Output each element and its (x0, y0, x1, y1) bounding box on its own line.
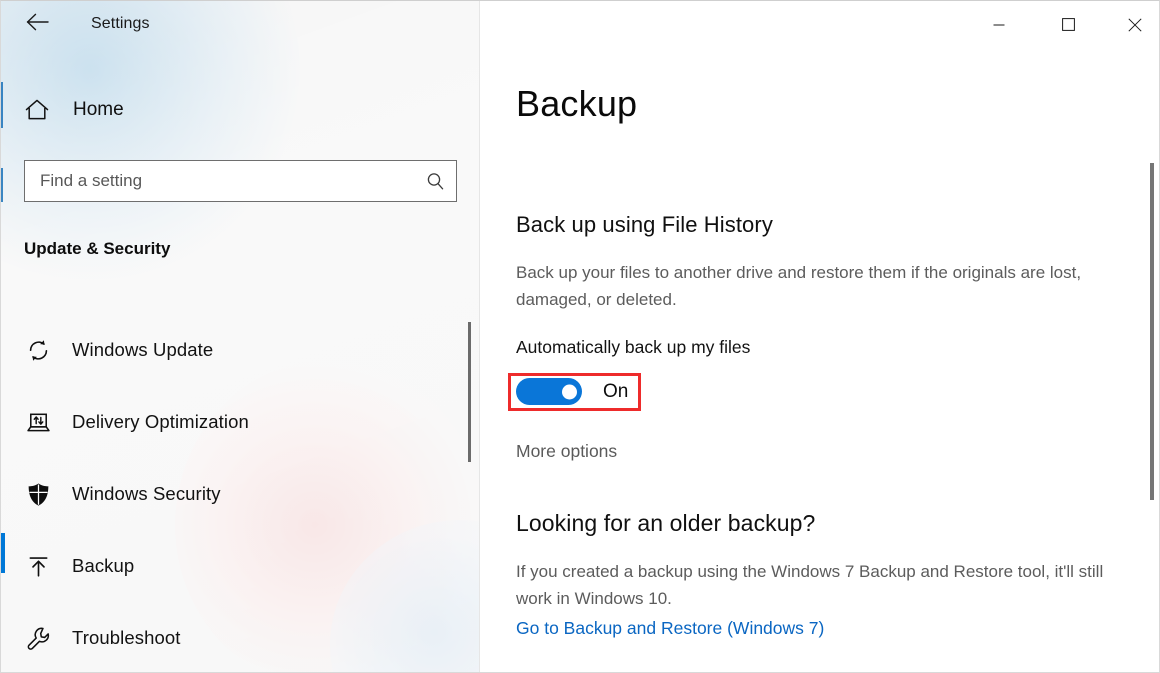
search-icon[interactable] (414, 161, 456, 201)
laptop-transfer-icon (20, 409, 56, 436)
close-button[interactable] (1110, 11, 1160, 43)
sidebar-item-windows-security[interactable]: Windows Security (0, 458, 460, 530)
file-history-description: Back up your files to another drive and … (516, 263, 1082, 309)
sidebar-item-home[interactable]: Home (0, 88, 460, 132)
older-backup-heading: Looking for an older backup? (516, 510, 816, 536)
minimize-button[interactable] (976, 11, 1022, 43)
go-to-backup-and-restore-link[interactable]: Go to Backup and Restore (Windows 7) (516, 618, 824, 639)
back-arrow-icon (25, 12, 51, 37)
search-box[interactable] (24, 160, 457, 202)
main-scrollbar[interactable] (1144, 48, 1160, 673)
title-bar: Settings (0, 0, 1160, 48)
shield-icon (20, 481, 56, 508)
wrench-icon (20, 625, 56, 652)
sidebar-item-label: Troubleshoot (72, 627, 181, 648)
auto-backup-toggle[interactable] (516, 378, 582, 405)
sidebar-divider (479, 0, 480, 673)
sidebar-item-label: Backup (72, 555, 135, 576)
sync-refresh-icon (20, 337, 56, 364)
search-input[interactable] (25, 161, 414, 201)
sidebar: Home Update & Security (0, 0, 479, 673)
toggle-state-label: On (603, 380, 629, 402)
older-backup-description: If you created a backup using the Window… (516, 562, 1104, 608)
sidebar-selection-indicator (0, 533, 5, 573)
file-history-heading: Back up using File History (516, 212, 773, 237)
sidebar-item-label: Delivery Optimization (72, 411, 249, 432)
sidebar-home-label: Home (73, 99, 124, 120)
toggle-knob (562, 384, 577, 399)
window-edge-fragment (0, 168, 3, 202)
auto-backup-toggle-group[interactable]: On (516, 378, 628, 405)
window-edge-fragment (0, 82, 3, 128)
sidebar-item-label: Windows Security (72, 483, 221, 504)
sidebar-item-troubleshoot[interactable]: Troubleshoot (0, 602, 460, 673)
main-scrollbar-thumb[interactable] (1150, 163, 1154, 500)
maximize-button[interactable] (1045, 11, 1091, 43)
sidebar-item-windows-update[interactable]: Windows Update (0, 314, 460, 386)
sidebar-item-backup[interactable]: Backup (0, 530, 460, 602)
settings-window: Home Update & Security (0, 0, 1160, 673)
sidebar-item-label: Windows Update (72, 339, 214, 360)
minimize-icon (993, 18, 1005, 36)
sidebar-scrollbar-thumb[interactable] (468, 322, 471, 462)
more-options-link[interactable]: More options (516, 441, 617, 462)
close-icon (1128, 17, 1142, 37)
upload-arrow-icon (20, 553, 56, 580)
home-icon (24, 97, 54, 123)
page-title: Backup (516, 83, 638, 124)
maximize-icon (1061, 18, 1075, 36)
sidebar-nav-list: Windows Update Delivery Optimization Win… (0, 314, 460, 673)
auto-backup-label: Automatically back up my files (516, 337, 751, 357)
sidebar-item-delivery-optimization[interactable]: Delivery Optimization (0, 386, 460, 458)
sidebar-section-title: Update & Security (24, 239, 171, 258)
main-content: Backup Back up using File History Back u… (480, 0, 1160, 673)
sidebar-scrollbar[interactable] (464, 300, 476, 490)
back-button[interactable] (16, 5, 60, 43)
window-title: Settings (91, 15, 150, 32)
